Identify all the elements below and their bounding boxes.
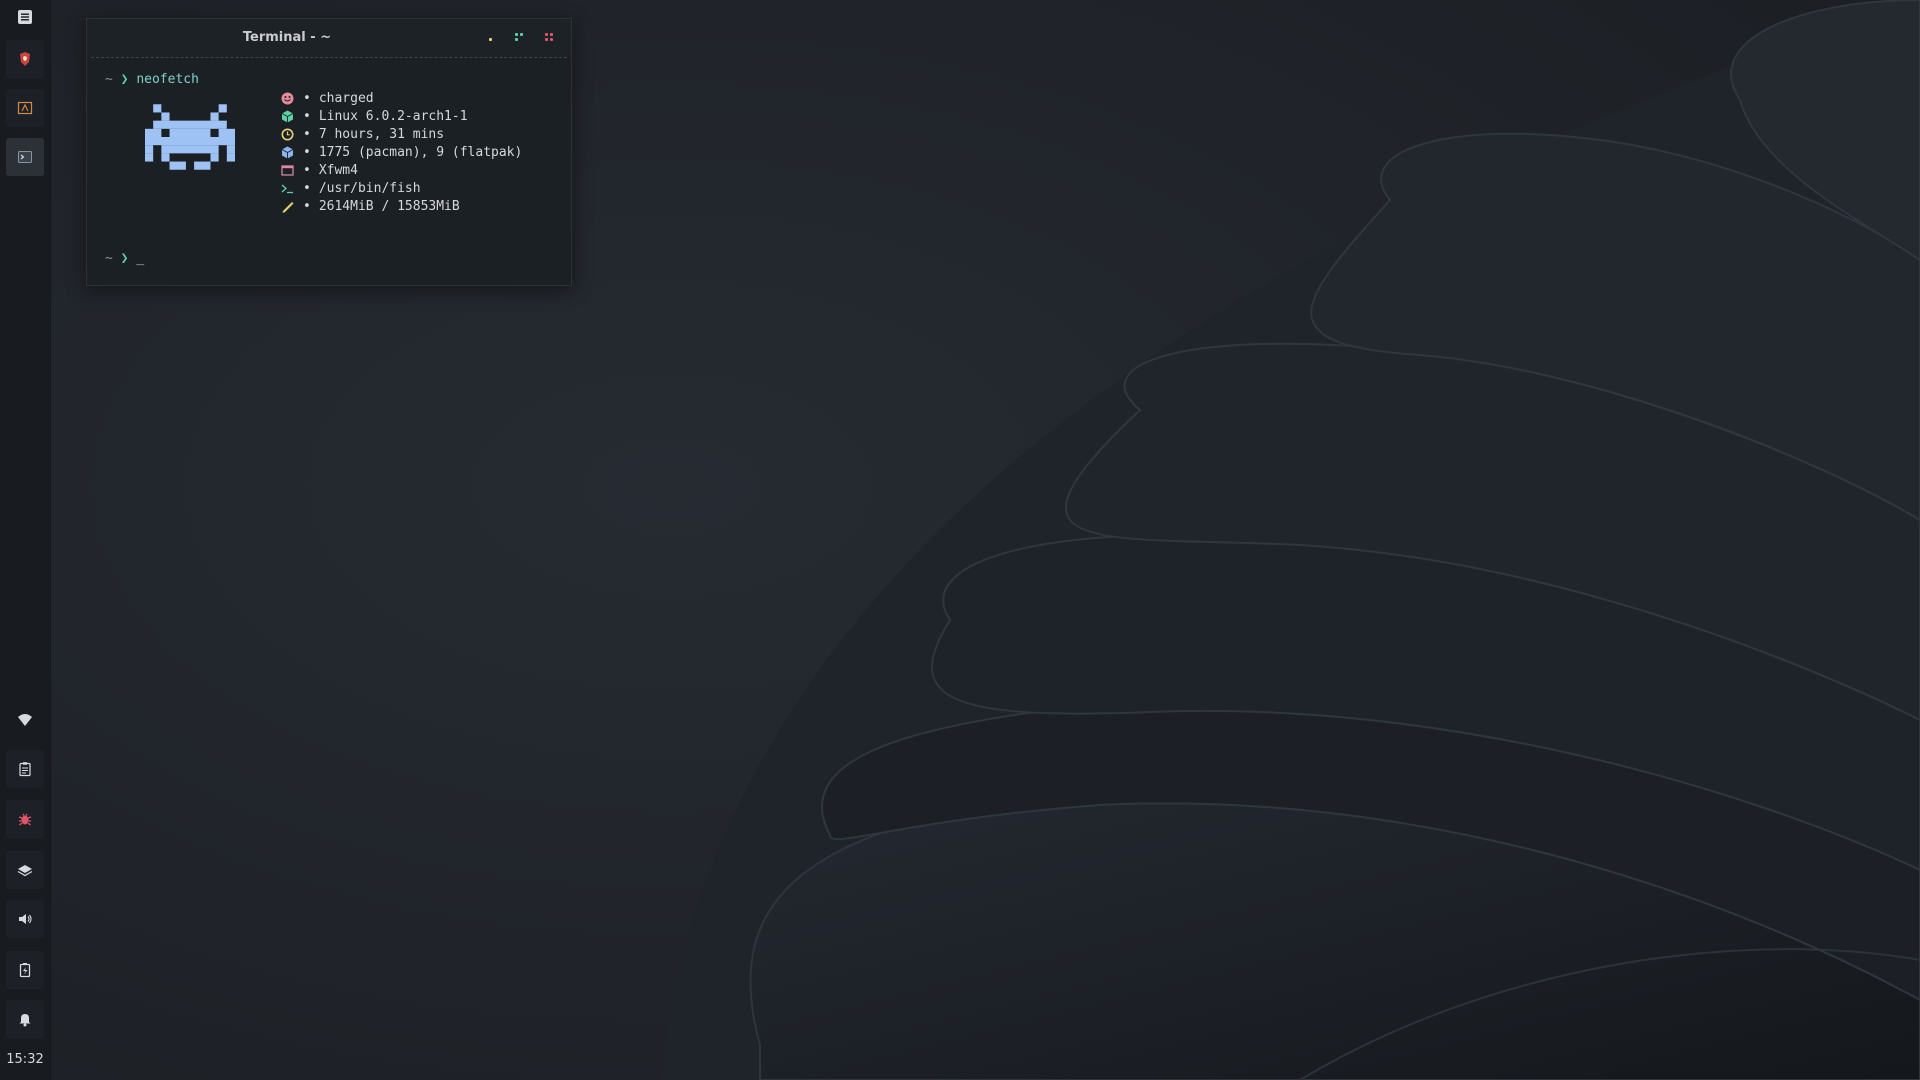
window-titlebar[interactable]: Terminal - ~: [87, 19, 571, 57]
info-row-packages: • 1775 (pacman), 9 (flatpak): [279, 143, 522, 161]
terminal-window[interactable]: Terminal - ~ ~ ❯ neofetch • charged • Li…: [86, 18, 572, 286]
info-bullet: •: [303, 90, 311, 106]
prompt-dir: ~: [105, 251, 113, 266]
info-value: 7 hours, 31 mins: [318, 126, 445, 142]
info-row-battery: • charged: [279, 89, 522, 107]
info-value: Xfwm4: [318, 162, 358, 178]
info-value: 1775 (pacman), 9 (flatpak): [318, 144, 523, 160]
command-line: ~ ❯ neofetch: [105, 72, 199, 87]
tray-battery[interactable]: [6, 951, 44, 989]
battery-icon: [19, 963, 31, 978]
window-icon: [279, 163, 295, 177]
tray-bug[interactable]: [6, 800, 44, 838]
info-bullet: •: [303, 108, 311, 124]
menu-button[interactable]: [6, 0, 44, 34]
clipboard-icon: [19, 762, 31, 777]
prompt-dir: ~: [105, 72, 113, 87]
command-text: neofetch: [136, 72, 199, 87]
launcher-terminal[interactable]: [6, 138, 44, 176]
tray-clipboard[interactable]: [6, 750, 44, 788]
bell-icon: [19, 1014, 31, 1027]
info-bullet: •: [303, 126, 311, 142]
text-cursor: _: [136, 251, 145, 266]
window-title: Terminal - ~: [242, 30, 332, 45]
launcher-text-editor[interactable]: [6, 89, 44, 127]
system-info-list: • charged • Linux 6.0.2-arch1-1 • 7 hour…: [279, 89, 522, 215]
arch-package-icon: [279, 109, 295, 123]
package-icon: [279, 145, 295, 159]
brave-browser-icon: [20, 52, 30, 66]
tray-network[interactable]: [6, 701, 44, 739]
wifi-icon: [18, 714, 32, 726]
info-value: Linux 6.0.2-arch1-1: [318, 108, 468, 124]
panel-clock[interactable]: 15:32: [0, 1052, 50, 1067]
tray-volume[interactable]: [6, 900, 44, 938]
launcher-browser[interactable]: [6, 40, 44, 78]
space-invader-logo: [145, 104, 235, 170]
terminal-icon: [18, 151, 32, 163]
info-bullet: •: [303, 198, 311, 214]
editor-icon: [17, 101, 33, 115]
layers-icon: [17, 865, 33, 877]
clock-icon: [279, 127, 295, 141]
bug-icon: [18, 813, 32, 826]
side-panel: 15:32: [0, 0, 51, 1080]
tray-notifications[interactable]: [6, 1000, 44, 1038]
memory-icon: [279, 199, 295, 213]
info-row-memory: • 2614MiB / 15853MiB: [279, 197, 522, 215]
info-value: charged: [318, 90, 374, 106]
info-bullet: •: [303, 180, 311, 196]
info-row-uptime: • 7 hours, 31 mins: [279, 125, 522, 143]
info-bullet: •: [303, 162, 311, 178]
titlebar-divider: [91, 57, 567, 58]
info-row-shell: • /usr/bin/fish: [279, 179, 522, 197]
menu-icon: [18, 10, 32, 24]
info-row-kernel: • Linux 6.0.2-arch1-1: [279, 107, 522, 125]
info-row-wm: • Xfwm4: [279, 161, 522, 179]
shell-icon: [279, 181, 295, 195]
info-value: 2614MiB / 15853MiB: [318, 198, 460, 214]
volume-icon: [19, 914, 32, 924]
tray-layers[interactable]: [6, 851, 44, 889]
info-bullet: •: [303, 144, 311, 160]
info-value: /usr/bin/fish: [318, 180, 421, 196]
battery-smile-icon: [279, 91, 295, 105]
prompt-chevron: ❯: [120, 251, 129, 266]
prompt-chevron: ❯: [120, 72, 129, 87]
input-line[interactable]: ~ ❯ _: [105, 251, 144, 266]
